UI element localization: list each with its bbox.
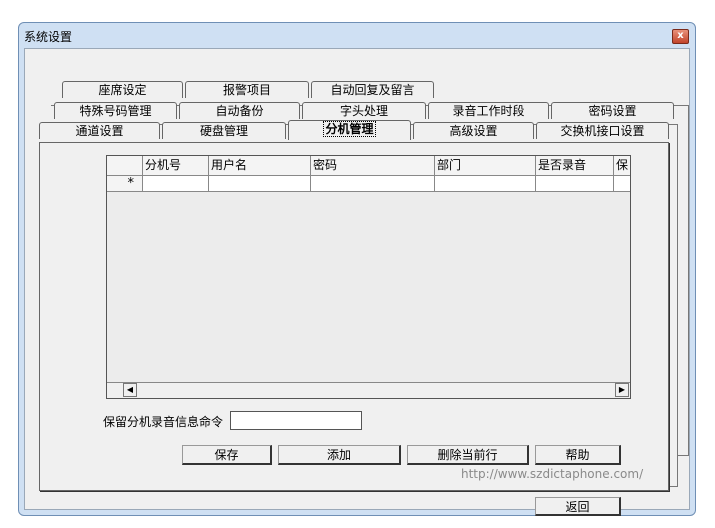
column-header-keep[interactable]: 保 <box>614 156 630 176</box>
tab-seat-settings[interactable]: 座席设定 <box>62 81 183 98</box>
command-label: 保留分机录音信息命令 <box>103 415 224 429</box>
tab-prefix-handling[interactable]: 字头处理 <box>302 102 426 119</box>
close-icon: x <box>677 30 684 41</box>
horizontal-scrollbar[interactable]: ◀ ▶ <box>107 382 630 398</box>
grid-corner <box>107 156 143 176</box>
column-header-extension-number[interactable]: 分机号 <box>143 156 209 176</box>
tab-auto-reply[interactable]: 自动回复及留言 <box>311 81 434 98</box>
window-title: 系统设置 <box>24 30 73 44</box>
column-header-record-enabled[interactable]: 是否录音 <box>536 156 614 176</box>
tab-pbx-interface[interactable]: 交换机接口设置 <box>536 122 669 139</box>
help-button[interactable]: 帮助 <box>535 445 621 465</box>
tab-auto-backup[interactable]: 自动备份 <box>179 102 300 119</box>
extension-grid[interactable]: 分机号 用户名 密码 部门 是否录音 保 * ◀ ▶ <box>106 155 631 399</box>
client-area: 座席设定 报警项目 自动回复及留言 特殊号码管理 自动备份 字头处理 录音工作时… <box>24 48 690 516</box>
column-header-password[interactable]: 密码 <box>311 156 435 176</box>
tab-disk-management[interactable]: 硬盘管理 <box>162 122 286 139</box>
new-row-cell-username[interactable] <box>209 176 311 192</box>
new-row-cell-department[interactable] <box>435 176 536 192</box>
delete-current-row-button[interactable]: 删除当前行 <box>407 445 529 465</box>
scroll-right-button[interactable]: ▶ <box>615 383 629 397</box>
close-button[interactable]: x <box>672 29 689 44</box>
column-header-department[interactable]: 部门 <box>435 156 536 176</box>
command-input[interactable] <box>230 411 362 430</box>
scroll-left-button[interactable]: ◀ <box>123 383 137 397</box>
watermark-text: http://www.szdictaphone.com/ <box>461 467 644 481</box>
title-bar[interactable]: 系统设置 x <box>19 23 695 47</box>
tab-channel-settings[interactable]: 通道设置 <box>39 122 160 139</box>
new-row-cell-record-enabled[interactable] <box>536 176 614 192</box>
tab-recording-hours[interactable]: 录音工作时段 <box>428 102 549 119</box>
tab-extension-management[interactable]: 分机管理 <box>288 120 411 140</box>
tab-alarm-items[interactable]: 报警项目 <box>185 81 309 98</box>
new-row-cell-keep[interactable] <box>614 176 630 192</box>
new-row-marker[interactable]: * <box>107 176 143 192</box>
column-header-username[interactable]: 用户名 <box>209 156 311 176</box>
tab-advanced-settings[interactable]: 高级设置 <box>413 122 534 139</box>
tab-special-numbers[interactable]: 特殊号码管理 <box>54 102 177 119</box>
new-row-cell-password[interactable] <box>311 176 435 192</box>
new-row-cell-extension-number[interactable] <box>143 176 209 192</box>
save-button[interactable]: 保存 <box>182 445 272 465</box>
add-button[interactable]: 添加 <box>278 445 401 465</box>
tab-password-settings[interactable]: 密码设置 <box>551 102 674 119</box>
back-button[interactable]: 返回 <box>535 497 621 516</box>
settings-window: 系统设置 x 座席设定 报警项目 自动回复及留言 特殊号码管理 自动备份 字头处… <box>18 22 696 516</box>
